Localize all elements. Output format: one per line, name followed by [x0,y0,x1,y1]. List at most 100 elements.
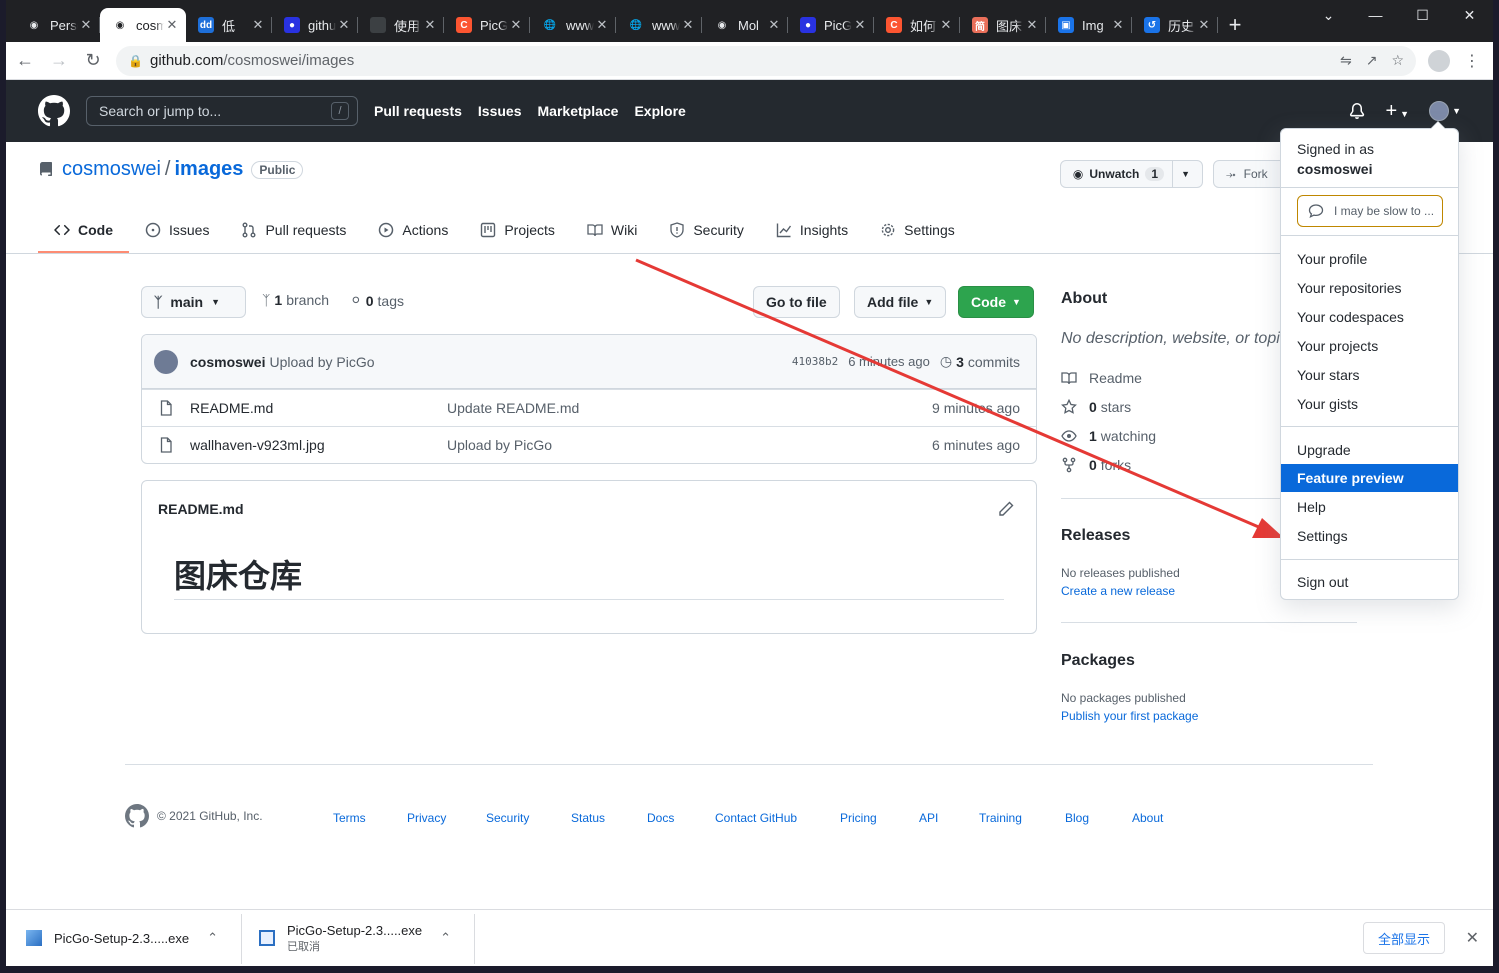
tab-wiki[interactable]: Wiki [571,206,653,253]
tags-link[interactable]: ⚪ 0 tags [350,292,404,309]
menu-settings[interactable]: Settings [1281,522,1458,550]
bookmark-star-icon[interactable]: ☆ [1391,52,1404,69]
footer-link-api[interactable]: API [919,804,938,832]
browser-tab[interactable]: 简图床 ✕ [960,8,1046,42]
chevron-up-icon[interactable]: ⌃ [207,930,218,946]
footer-link-status[interactable]: Status [571,804,605,832]
file-commit-message[interactable]: Update README.md [447,400,932,416]
signed-in-username[interactable]: cosmoswei [1297,161,1372,177]
browser-tab[interactable]: C 如何 ✕ [874,8,960,42]
chevron-down-icon[interactable]: ▼ [1181,169,1190,179]
repo-owner-link[interactable]: cosmoswei [62,158,161,181]
tab-issues[interactable]: Issues [129,206,225,253]
close-tab-icon[interactable]: ✕ [938,17,954,33]
menu-help[interactable]: Help [1281,493,1458,521]
tab-settings[interactable]: Settings [864,206,971,253]
tab-search-icon[interactable]: ⌄ [1305,0,1352,30]
packages-heading[interactable]: Packages [1061,652,1135,670]
branches-link[interactable]: ᛉ 1 branch [262,292,329,308]
footer-link-docs[interactable]: Docs [647,804,674,832]
set-status-button[interactable]: I may be slow to ... [1297,195,1443,227]
close-tab-icon[interactable]: ✕ [1110,17,1126,33]
go-to-file-button[interactable]: Go to file [753,286,840,318]
browser-tab[interactable]: ● PicG ✕ [788,8,874,42]
download-item[interactable]: PicGo-Setup-2.3.....exe 已取消 ⌃ [259,918,451,958]
footer-link-about[interactable]: About [1132,804,1163,832]
maximize-icon[interactable]: ☐ [1399,0,1446,30]
footer-link-contact[interactable]: Contact GitHub [715,804,797,832]
file-commit-message[interactable]: Upload by PicGo [447,437,932,453]
browser-tab[interactable]: ● github✕ [272,8,358,42]
create-new-icon[interactable]: + ▼ [1385,100,1409,123]
tab-code[interactable]: Code [38,206,129,253]
close-tab-icon[interactable]: ✕ [508,17,524,33]
chevron-up-icon[interactable]: ⌃ [440,930,451,946]
create-release-link[interactable]: Create a new release [1061,584,1175,598]
branch-select-button[interactable]: ᛉ main ▼ [141,286,246,318]
footer-link-terms[interactable]: Terms [333,804,366,832]
commit-sha-link[interactable]: 41038b2 [792,355,838,368]
forks-link[interactable]: 0 forks [1061,457,1131,473]
file-name-link[interactable]: wallhaven-v923ml.jpg [190,437,447,453]
commit-message-link[interactable]: Upload by PicGo [269,354,374,370]
file-name-link[interactable]: README.md [190,400,447,416]
code-download-button[interactable]: Code ▼ [958,286,1034,318]
browser-tab[interactable]: 🌐 www ✕ [530,8,616,42]
close-tab-icon[interactable]: ✕ [766,17,782,33]
browser-tab[interactable]: 使用 ✕ [358,8,444,42]
show-all-downloads-button[interactable]: 全部显示 [1362,922,1445,954]
menu-your-codespaces[interactable]: Your codespaces [1281,303,1458,331]
close-tab-icon[interactable]: ✕ [250,17,266,33]
new-tab-button[interactable]: + [1218,8,1252,42]
tab-actions[interactable]: Actions [362,206,464,253]
commit-author-avatar[interactable] [154,349,178,374]
watchers-link[interactable]: 1 watching [1061,428,1156,444]
browser-tab[interactable]: ◉ Personal✕ [14,8,100,42]
close-tab-icon[interactable]: ✕ [594,17,610,33]
nav-issues[interactable]: Issues [478,103,522,119]
close-tab-icon[interactable]: ✕ [164,17,180,33]
nav-marketplace[interactable]: Marketplace [538,103,619,119]
tab-projects[interactable]: Projects [464,206,571,253]
tab-security[interactable]: Security [653,206,760,253]
repo-name-link[interactable]: images [174,158,243,181]
share-icon[interactable]: ↗ [1366,52,1378,69]
pencil-icon[interactable] [998,501,1014,517]
close-window-icon[interactable]: ✕ [1446,0,1493,30]
browser-tab[interactable]: ◉ cosmoswei/images✕ [100,8,186,42]
back-icon[interactable]: ← [10,46,40,76]
close-tab-icon[interactable]: ✕ [422,17,438,33]
github-search-input[interactable]: Search or jump to... / [86,96,358,126]
publish-package-link[interactable]: Publish your first package [1061,709,1198,723]
tab-insights[interactable]: Insights [760,206,864,253]
menu-your-stars[interactable]: Your stars [1281,361,1458,389]
forward-icon[interactable]: → [44,46,74,76]
unwatch-button[interactable]: ◉ Unwatch 1 ▼ [1059,160,1203,188]
menu-your-projects[interactable]: Your projects [1281,332,1458,360]
browser-tab[interactable]: 🌐 www ✕ [616,8,702,42]
close-tab-icon[interactable]: ✕ [336,17,352,33]
browser-tab[interactable]: C PicGo✕ [444,8,530,42]
nav-pull-requests[interactable]: Pull requests [374,103,462,119]
close-tab-icon[interactable]: ✕ [1196,17,1212,33]
menu-your-repositories[interactable]: Your repositories [1281,274,1458,302]
reload-icon[interactable]: ↻ [78,46,108,76]
github-mark-icon[interactable] [125,804,149,828]
footer-link-training[interactable]: Training [979,804,1022,832]
minimize-icon[interactable]: — [1352,0,1399,30]
nav-explore[interactable]: Explore [634,103,685,119]
releases-heading[interactable]: Releases [1061,527,1130,545]
menu-feature-preview[interactable]: Feature preview [1281,464,1458,492]
browser-tab[interactable]: dd 低 ✕ [186,8,272,42]
translate-icon[interactable]: ⇋ [1340,52,1352,69]
browser-tab[interactable]: ◉ Mol ✕ [702,8,788,42]
footer-link-privacy[interactable]: Privacy [407,804,446,832]
footer-link-blog[interactable]: Blog [1065,804,1089,832]
menu-upgrade[interactable]: Upgrade [1281,436,1458,464]
close-tab-icon[interactable]: ✕ [680,17,696,33]
address-bar[interactable]: 🔒 github.com/cosmoswei/images ⇋ ↗ ☆ [116,45,1416,76]
user-menu-button[interactable]: ▼ [1429,101,1461,121]
close-tab-icon[interactable]: ✕ [852,17,868,33]
stars-link[interactable]: 0 stars [1061,399,1131,415]
menu-your-gists[interactable]: Your gists [1281,390,1458,418]
